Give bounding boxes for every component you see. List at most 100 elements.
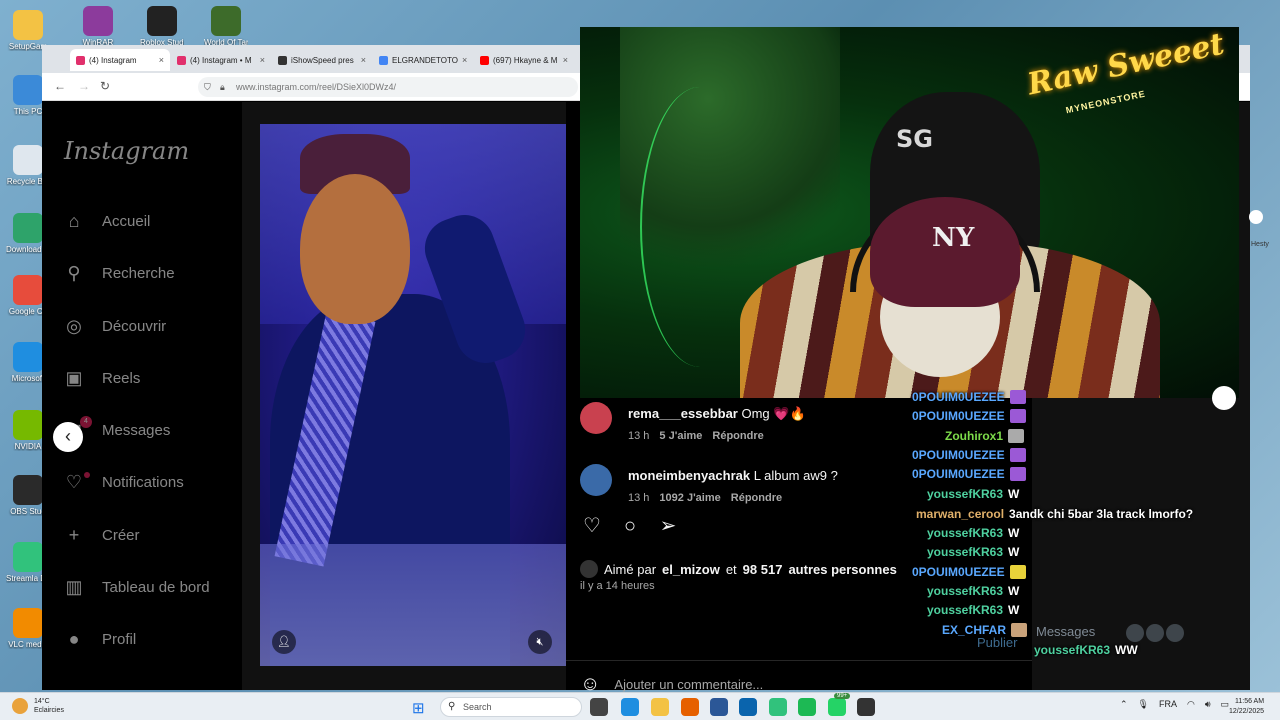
browser-tab[interactable]: (697) Hkayne & M × [474, 49, 574, 71]
reply-button[interactable]: Répondre [731, 492, 782, 504]
whatsapp-badge: 99+ [834, 693, 851, 699]
clock[interactable]: 11:56 AM 12/22/2025 [1229, 697, 1264, 717]
post-actions: ♡ ○ ➢ [580, 514, 680, 538]
store-icon[interactable] [710, 698, 728, 716]
edge-icon[interactable] [621, 698, 639, 716]
likes-count[interactable]: 98 517 [743, 562, 783, 577]
chevron-up-icon[interactable]: ⌃ [1120, 699, 1128, 710]
favicon-icon [379, 55, 388, 65]
sidebar-item-reels[interactable]: ▣ Reels [62, 363, 140, 393]
chat-emote-icon [1009, 467, 1026, 481]
liker-avatar [580, 560, 598, 578]
reply-button[interactable]: Répondre [712, 430, 763, 442]
sidebar-item-home[interactable]: ⌂ Accueil [62, 206, 151, 236]
chatgpt-icon[interactable] [857, 698, 875, 716]
spotify-icon[interactable] [798, 698, 816, 716]
close-post-button[interactable] [1212, 386, 1236, 410]
previous-post-button[interactable]: ‹ [53, 422, 83, 452]
browser-tab[interactable]: (4) Instagram • M × [171, 49, 271, 71]
chat-username: youssefKR63 [927, 487, 1004, 501]
wifi-icon[interactable]: ◠ [1187, 699, 1195, 710]
side-desktop-icon[interactable]: Hesty [1239, 210, 1280, 250]
firefox-icon[interactable] [681, 698, 699, 716]
app-icon [83, 6, 113, 36]
url-text: www.instagram.com/reel/DSieXl0DWz4/ [236, 82, 397, 92]
commenter-username[interactable]: rema___essebbar [628, 406, 738, 421]
home-icon: ⌂ [68, 210, 80, 231]
commenter-username[interactable]: moneimbenyachrak [628, 468, 750, 483]
browser-tab[interactable]: (4) Instagram × [70, 49, 170, 71]
chat-text: W [1008, 526, 1020, 540]
instagram-logo[interactable]: Instagram [64, 137, 189, 165]
browser-tab[interactable]: iShowSpeed pres × [272, 49, 372, 71]
heart-icon: ♡ [62, 470, 90, 494]
sidebar-item-plus[interactable]: + Créer [62, 520, 140, 550]
sidebar-item-dashboard[interactable]: ▥ Tableau de bord [62, 572, 209, 602]
windows-start-icon[interactable]: ⊞ [412, 699, 425, 717]
chat-username: 0POUIM0UEZEE [912, 409, 1005, 423]
whatsapp-icon[interactable] [828, 698, 846, 716]
chat-username: youssefKR63 [1034, 643, 1111, 657]
tagged-user-icon[interactable]: 👤︎ [272, 630, 296, 654]
chat-emote-icon [1009, 390, 1026, 404]
taskbar-search[interactable]: ⚲ Search [440, 697, 582, 717]
language-indicator[interactable]: FRA [1159, 699, 1177, 710]
back-arrow-icon[interactable]: ← [54, 79, 66, 93]
file-explorer-icon[interactable] [590, 698, 608, 716]
liker-username[interactable]: el_mizow [662, 562, 720, 577]
microphone-icon[interactable]: 🎙︎ [1138, 699, 1149, 710]
chat-message: youssefKR63 W [927, 601, 1019, 619]
browser-tab[interactable]: ELGRANDETOTO × [373, 49, 473, 71]
sidebar-item-search[interactable]: ⚲ Recherche [62, 258, 174, 288]
close-tab-icon[interactable]: × [563, 55, 568, 65]
chat-emote-icon [1008, 429, 1025, 443]
comment-likes[interactable]: 5 J'aime [659, 430, 702, 442]
chat-text: WW [1115, 643, 1138, 657]
search-icon: ⚲ [67, 262, 81, 283]
chat-username: 0POUIM0UEZEE [912, 467, 1005, 481]
share-send-icon[interactable]: ➢ [656, 514, 680, 538]
publish-button[interactable]: Publier [977, 635, 1017, 650]
app-icon [211, 6, 241, 36]
weather-widget[interactable]: 14°C Eclaircies [12, 697, 64, 715]
chat-message: youssefKR63 WW [1034, 641, 1138, 659]
webcam-stream: SG NY Raw Sweeet MYNEONSTORE [580, 27, 1239, 398]
forward-arrow-icon[interactable]: → [78, 79, 90, 93]
close-tab-icon[interactable]: × [260, 55, 265, 65]
chat-emote-icon [1009, 565, 1026, 579]
chat-emote-icon [1009, 409, 1026, 423]
comment-bubble-icon[interactable]: ○ [618, 514, 642, 538]
close-tab-icon[interactable]: × [462, 55, 467, 65]
chat-username: youssefKR63 [927, 584, 1004, 598]
streamlabs-icon[interactable] [769, 698, 787, 716]
comment-input[interactable]: Ajouter un commentaire... [614, 677, 763, 692]
address-bar[interactable]: ⛉ 🔒︎ www.instagram.com/reel/DSieXl0DWz4/ [198, 77, 578, 97]
comment-likes[interactable]: 1092 J'aime [659, 492, 720, 504]
volume-icon[interactable]: 🔊︎ [1205, 699, 1211, 710]
close-tab-icon[interactable]: × [361, 55, 366, 65]
folder-icon[interactable] [651, 698, 669, 716]
reload-icon[interactable]: ↻ [100, 79, 110, 93]
messages-tray[interactable]: Messages [1036, 624, 1095, 639]
desktop-icon[interactable]: Roblox Studio [140, 6, 184, 47]
sidebar-item-profile-avatar[interactable]: ● Profil [62, 624, 137, 654]
desktop-icon[interactable]: World Of Tank [204, 6, 248, 47]
like-heart-icon[interactable]: ♡ [580, 514, 604, 538]
favicon-icon [76, 55, 85, 65]
reel-video[interactable]: 👤︎ 🔇︎ [260, 124, 566, 666]
mute-icon[interactable]: 🔇︎ [528, 630, 552, 654]
chat-message: 0POUIM0UEZEE [912, 465, 1026, 483]
close-tab-icon[interactable]: × [159, 55, 164, 65]
sidebar-item-compass[interactable]: ◎ Découvrir [62, 311, 166, 341]
commenter-avatar[interactable] [580, 464, 612, 496]
plus-icon: + [68, 524, 80, 545]
app-icon [13, 475, 43, 505]
battery-icon[interactable]: ▭ [1221, 699, 1230, 710]
chat-username: youssefKR63 [927, 545, 1004, 559]
desktop-icon[interactable]: WinRAR [78, 6, 118, 47]
commenter-avatar[interactable] [580, 402, 612, 434]
notification-dot [84, 472, 90, 478]
sidebar-item-heart[interactable]: ♡ Notifications [62, 467, 184, 497]
chat-message: marwan_cerool 3andk chi 5bar 3la track lm… [916, 505, 1193, 523]
mail-icon[interactable] [739, 698, 757, 716]
